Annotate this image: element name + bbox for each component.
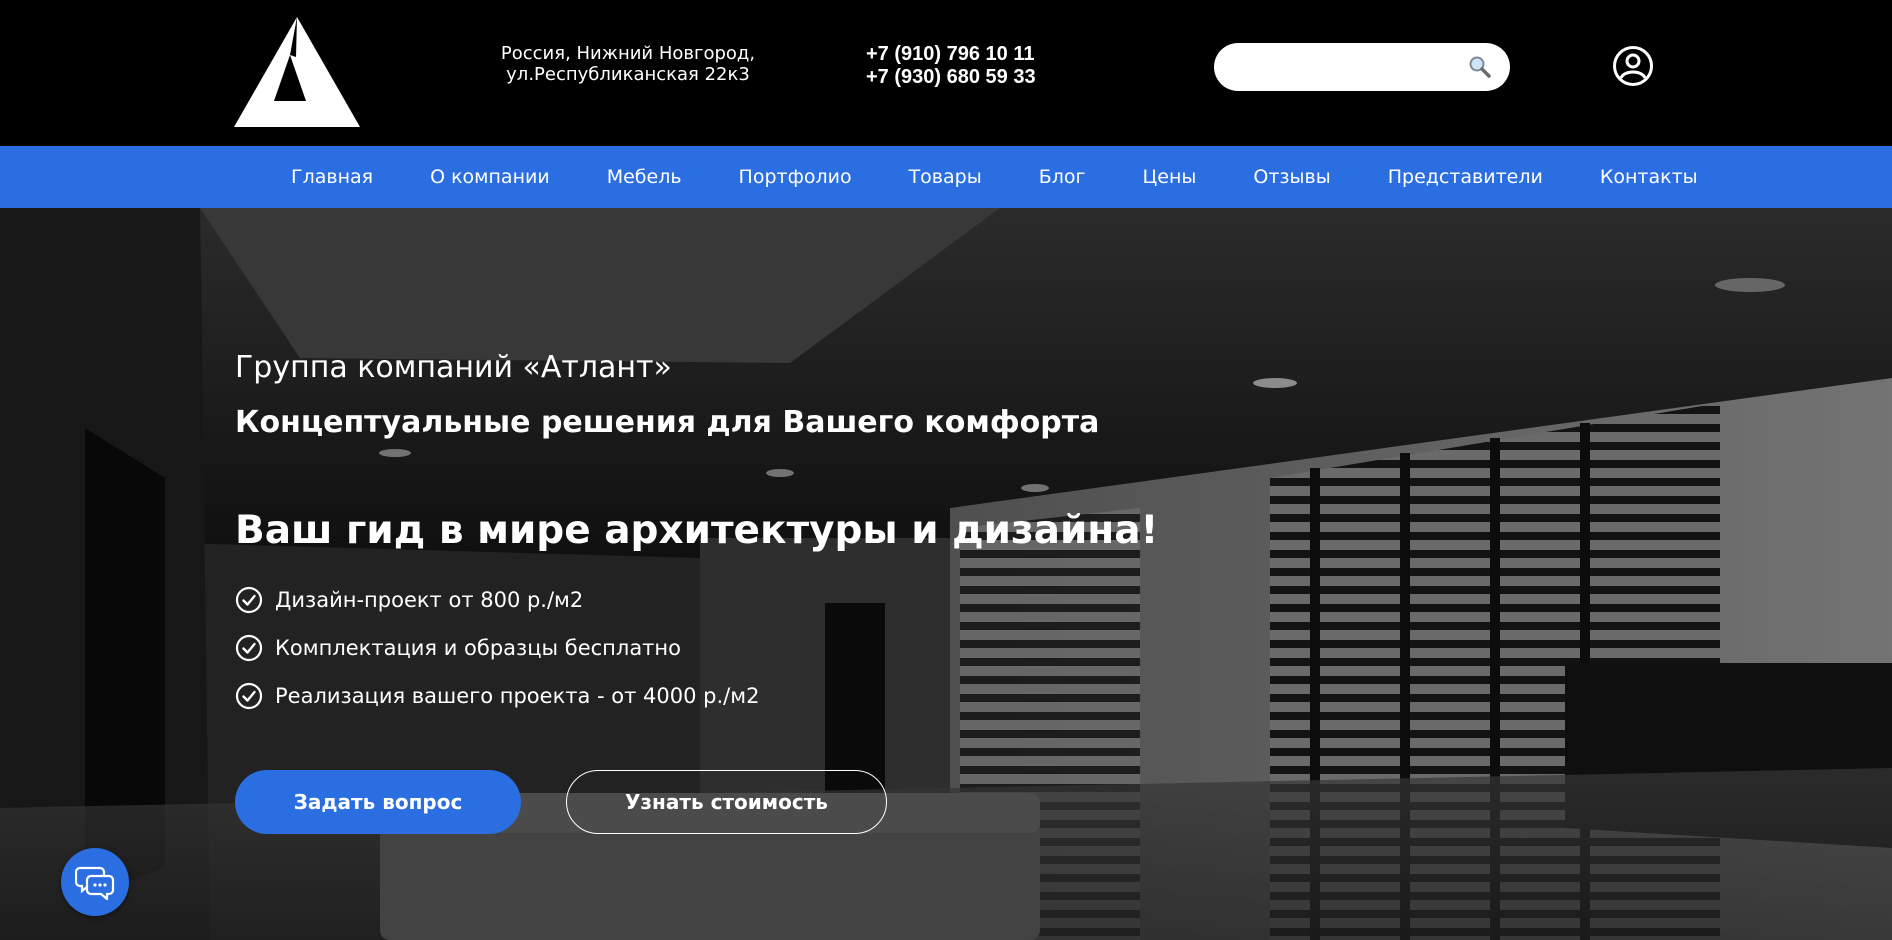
address-line-2: ул.Республиканская 22к3 — [506, 64, 750, 85]
main-nav: Главная О компании Мебель Портфолио Това… — [0, 146, 1892, 208]
nav-item-blog[interactable]: Блог — [1039, 166, 1086, 188]
check-circle-icon — [235, 586, 263, 614]
list-item: Комплектация и образцы бесплатно — [235, 624, 759, 672]
phone-2-link[interactable]: +7 (930) 680 59 33 — [866, 66, 1036, 89]
nav-item-products[interactable]: Товары — [909, 166, 982, 188]
check-circle-icon — [235, 634, 263, 662]
feature-text: Комплектация и образцы бесплатно — [275, 636, 681, 660]
hero-tagline: Концептуальные решения для Вашего комфор… — [235, 405, 1100, 440]
nav-item-portfolio[interactable]: Портфолио — [739, 166, 852, 188]
nav-item-representatives[interactable]: Представители — [1388, 166, 1543, 188]
address-line-1: Россия, Нижний Новгород, — [500, 43, 756, 64]
site-header: Россия, Нижний Новгород, ул.Республиканс… — [0, 0, 1892, 146]
feature-text: Реализация вашего проекта - от 4000 р./м… — [275, 684, 760, 708]
magnifier-icon[interactable] — [1468, 55, 1492, 79]
nav-item-home[interactable]: Главная — [291, 166, 373, 188]
search-input[interactable] — [1234, 51, 1458, 85]
company-address: Россия, Нижний Новгород, ул.Республиканс… — [478, 43, 778, 85]
search-box — [1214, 43, 1510, 91]
hero-subtitle: Группа компаний «Атлант» — [235, 350, 672, 385]
nav-item-contacts[interactable]: Контакты — [1600, 166, 1698, 188]
ask-question-button[interactable]: Задать вопрос — [235, 770, 521, 834]
nav-item-prices[interactable]: Цены — [1143, 166, 1197, 188]
nav-item-furniture[interactable]: Мебель — [607, 166, 682, 188]
nav-item-about[interactable]: О компании — [430, 166, 550, 188]
chat-widget-button[interactable] — [61, 848, 129, 916]
user-circle-icon[interactable] — [1612, 45, 1654, 87]
get-price-button[interactable]: Узнать стоимость — [566, 770, 887, 834]
hero-section: Группа компаний «Атлант» Концептуальные … — [0, 208, 1892, 940]
atlant-logo-icon[interactable] — [234, 17, 360, 127]
phone-1-link[interactable]: +7 (910) 796 10 11 — [866, 43, 1036, 66]
feature-list: Дизайн-проект от 800 р./м2 Комплектация … — [235, 576, 759, 720]
chat-bubbles-icon — [75, 866, 115, 900]
check-circle-icon — [235, 682, 263, 710]
phone-numbers: +7 (910) 796 10 11 +7 (930) 680 59 33 — [866, 43, 1036, 89]
list-item: Дизайн-проект от 800 р./м2 — [235, 576, 759, 624]
nav-item-reviews[interactable]: Отзывы — [1253, 166, 1330, 188]
feature-text: Дизайн-проект от 800 р./м2 — [275, 588, 584, 612]
hero-headline: Ваш гид в мире архитектуры и дизайна! — [235, 508, 1159, 553]
list-item: Реализация вашего проекта - от 4000 р./м… — [235, 672, 759, 720]
